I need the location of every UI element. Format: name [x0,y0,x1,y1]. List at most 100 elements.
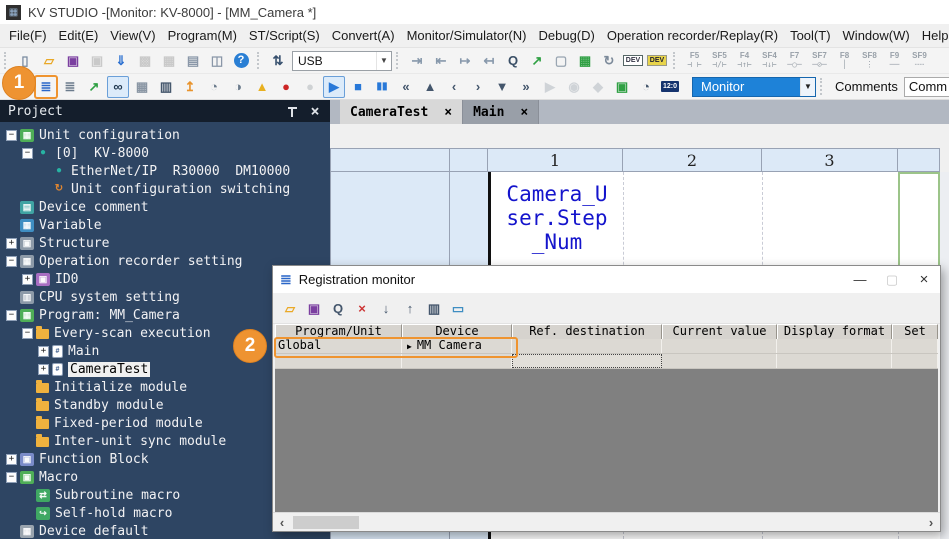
menu-item-help-h[interactable]: Help(H) [916,28,949,43]
offline-edit-icon[interactable]: ▢ [550,50,572,72]
toolbar-grip[interactable] [673,52,678,69]
collapse-icon[interactable]: − [22,148,33,159]
close-button[interactable]: × [908,271,940,288]
fkey-sf9[interactable]: SF9┄┄ [907,52,932,70]
pause-hand-icon[interactable]: ◆ [587,76,609,98]
step-next-icon[interactable]: › [467,76,489,98]
tab-cameratest[interactable]: CameraTest× [340,100,463,124]
fkey-f5[interactable]: F5⊣ ⊢ [682,52,707,70]
read-program-icon[interactable]: ↤ [478,50,500,72]
insert-row-icon[interactable]: ↓ [375,297,397,319]
cell-set[interactable] [892,354,938,368]
menu-item-tool-t[interactable]: Tool(T) [784,28,836,43]
print-icon[interactable]: ▤ [182,50,204,72]
cell-ref-destination[interactable] [512,339,662,353]
replay-play-icon[interactable]: ▶ [323,76,345,98]
pause-icon[interactable]: ▮▮ [371,76,393,98]
fkey-sf5[interactable]: SF5⊣/⊢ [707,52,732,70]
batch-monitor-icon[interactable]: ≣ [59,76,81,98]
close-icon[interactable]: × [520,105,528,120]
print-preview-icon[interactable]: ◫ [206,50,228,72]
help-icon[interactable]: ? [230,50,252,72]
fkey-f8[interactable]: F8│ [832,52,857,70]
register-from-file-icon[interactable]: Q [327,297,349,319]
dev-replay-icon[interactable]: DEV [646,50,668,72]
reload-project-icon[interactable]: ⇓ [110,50,132,72]
add-row-icon[interactable]: ↑ [399,297,421,319]
save-file-icon[interactable]: ▣ [303,297,325,319]
menu-item-debug-d[interactable]: Debug(D) [532,28,600,43]
save-project-icon[interactable]: ▣ [62,50,84,72]
column-header-display-format[interactable]: Display format [777,324,892,339]
replay-file-icon[interactable]: ◑ [227,76,249,98]
monitor-mode-glasses-icon[interactable]: ∞ [107,76,129,98]
screen-monitor-icon[interactable]: ▣ [611,76,633,98]
menu-item-window-w[interactable]: Window(W) [837,28,916,43]
lock-project-icon[interactable]: ▩ [134,50,156,72]
menu-item-edit-e[interactable]: Edit(E) [53,28,105,43]
realtime-clock-icon[interactable]: 12:0 [659,76,681,98]
monitor-refresh-icon[interactable]: ▭ [447,297,469,319]
save-all-icon[interactable]: ▣ [86,50,108,72]
delete-icon[interactable]: ▦ [158,50,180,72]
collapse-icon[interactable]: − [6,256,17,267]
menu-item-st-script-s[interactable]: ST/Script(S) [243,28,326,43]
expand-icon[interactable]: + [22,274,33,285]
comment-select[interactable]: Comm [904,77,949,97]
device-monitor-icon[interactable]: ▦ [131,76,153,98]
fkey-f9[interactable]: F9── [882,52,907,70]
scroll-right-icon[interactable]: › [922,515,940,530]
toolbar-grip[interactable] [396,52,401,69]
continue-icon[interactable]: ▶ [539,76,561,98]
tree-item-unit-configuration[interactable]: −▦Unit configuration [0,126,330,144]
collapse-icon[interactable]: − [6,310,17,321]
expand-icon[interactable]: + [38,364,49,375]
delete-row-icon[interactable]: × [351,297,373,319]
monitor-warning-icon[interactable]: ▲ [251,76,273,98]
expand-icon[interactable]: + [6,238,17,249]
open-project-icon[interactable]: ▱ [38,50,60,72]
scroll-follow-icon[interactable]: ◉ [563,76,585,98]
transfer-to-plc-icon[interactable]: ⇥ [406,50,428,72]
tree-item-unit-configuration-switching[interactable]: ↻Unit configuration switching [0,180,330,198]
simulator-icon[interactable]: ▦ [574,50,596,72]
column-header-current-value[interactable]: Current value [662,324,777,339]
toolbar-grip[interactable] [4,52,9,69]
step-down-icon[interactable]: ▼ [491,76,513,98]
menu-item-file-f[interactable]: File(F) [3,28,53,43]
fkey-f4[interactable]: F4⊣↑⊢ [732,52,757,70]
minimize-button[interactable]: — [844,272,876,287]
menu-item-convert-a[interactable]: Convert(A) [326,28,401,43]
tree-item-0-kv-8000[interactable]: −●[0] KV-8000 [0,144,330,162]
tree-item-device-comment[interactable]: ▤Device comment [0,198,330,216]
menu-item-view-v[interactable]: View(V) [104,28,161,43]
toolbar-grip[interactable] [257,52,262,69]
fkey-sf4[interactable]: SF4⊣↓⊢ [757,52,782,70]
horizontal-scrollbar[interactable]: ‹ › [273,512,940,531]
scroll-left-icon[interactable]: ‹ [273,515,291,530]
touch-operation-icon[interactable]: ↥ [179,76,201,98]
open-file-icon[interactable]: ▱ [279,297,301,319]
chevron-down-icon[interactable]: ▼ [800,78,815,96]
scrollbar-thumb[interactable] [293,516,359,529]
column-header-ref-destination[interactable]: Ref. destination [512,324,662,339]
monitor-editor-icon[interactable]: ↗ [526,50,548,72]
pin-icon[interactable] [286,105,299,118]
cell-ref-destination[interactable] [512,354,662,368]
cell-current-value[interactable] [662,354,777,368]
menu-item-program-m[interactable]: Program(M) [162,28,243,43]
fkey-sf7[interactable]: SF7─⊘─ [807,52,832,70]
toolbar-grip[interactable] [820,78,825,95]
menu-item-operation-recorder-replay-r[interactable]: Operation recorder/Replay(R) [601,28,784,43]
fkey-sf8[interactable]: SF8⋮ [857,52,882,70]
expand-icon[interactable]: + [38,346,49,357]
maximize-button[interactable]: ▢ [876,272,908,288]
cell-set[interactable] [892,339,938,353]
sync-icon[interactable]: ↻ [598,50,620,72]
read-from-plc-icon[interactable]: ⇤ [430,50,452,72]
menu-item-monitor-simulator-n[interactable]: Monitor/Simulator(N) [401,28,533,43]
dev-monitor-icon[interactable]: DEV [622,50,644,72]
tree-item-ethernet-ip-r30000-dm10000[interactable]: ●EtherNet/IP R30000 DM10000 [0,162,330,180]
expand-icon[interactable]: + [6,454,17,465]
tree-item-variable[interactable]: ▦Variable [0,216,330,234]
